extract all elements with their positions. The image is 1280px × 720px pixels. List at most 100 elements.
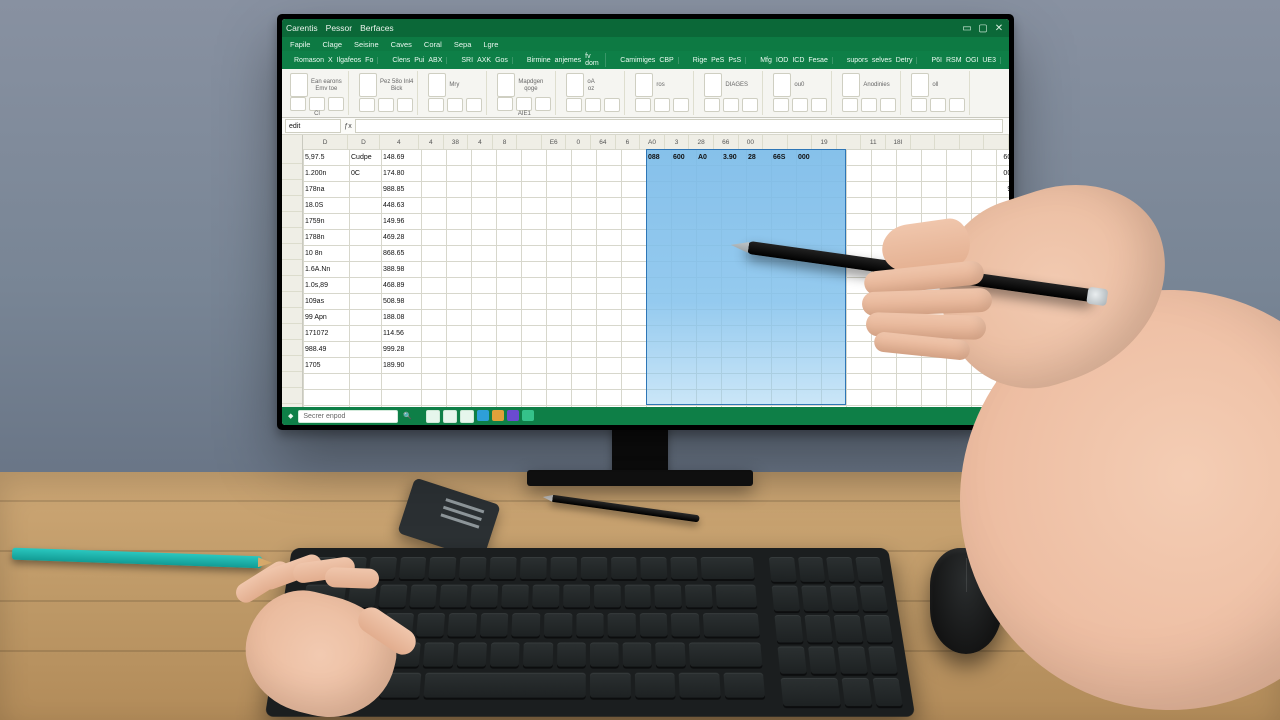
cell[interactable]: 999.28: [381, 341, 421, 357]
ribbon-secondary-item[interactable]: RSM: [946, 57, 962, 64]
cell[interactable]: [349, 261, 381, 277]
cell[interactable]: 28: [746, 149, 771, 165]
row-header[interactable]: [282, 165, 302, 180]
column-header[interactable]: 0: [566, 135, 591, 149]
cell[interactable]: 18.0S: [303, 197, 349, 213]
tab-clage[interactable]: Clage: [322, 40, 342, 49]
row-header[interactable]: [282, 325, 302, 340]
row-header[interactable]: [282, 261, 302, 276]
row-header[interactable]: [282, 245, 302, 260]
column-header[interactable]: 4: [419, 135, 444, 149]
column-header[interactable]: 18l: [886, 135, 911, 149]
ribbon-button[interactable]: [704, 98, 720, 112]
tab-lgre[interactable]: Lgre: [483, 40, 498, 49]
row-header[interactable]: [282, 149, 302, 164]
ribbon-secondary-item[interactable]: IOD: [776, 57, 788, 64]
column-header[interactable]: 8: [493, 135, 518, 149]
ribbon-secondary-item[interactable]: ICD: [792, 57, 804, 64]
cell[interactable]: 66S: [771, 149, 796, 165]
ribbon-secondary-item[interactable]: CBP: [659, 57, 673, 64]
cell[interactable]: [349, 341, 381, 357]
ribbon-button[interactable]: [516, 97, 532, 111]
cell[interactable]: 99 Apn: [303, 309, 349, 325]
column-header[interactable]: [788, 135, 813, 149]
ribbon-secondary-item[interactable]: Ilgafeos: [337, 57, 362, 64]
ribbon-button[interactable]: [604, 98, 620, 112]
cell[interactable]: 5,97.5: [303, 149, 349, 165]
window-maximize-button[interactable]: ▢: [977, 22, 989, 34]
column-header[interactable]: A0: [640, 135, 665, 149]
ribbon-button[interactable]: [309, 97, 325, 111]
cell[interactable]: 000: [796, 149, 821, 165]
ribbon-button[interactable]: [497, 97, 513, 111]
cell[interactable]: 114.56: [381, 325, 421, 341]
view-page-break-button[interactable]: [460, 410, 474, 423]
ribbon-button[interactable]: [792, 98, 808, 112]
ribbon-secondary-item[interactable]: X: [328, 57, 333, 64]
column-header[interactable]: [911, 135, 936, 149]
ribbon-secondary-item[interactable]: Camimiges: [620, 57, 655, 64]
column-header[interactable]: 66: [714, 135, 739, 149]
cell[interactable]: [349, 325, 381, 341]
tray-chip-3[interactable]: [507, 410, 519, 421]
ribbon-button[interactable]: [328, 97, 344, 111]
column-header[interactable]: 19: [812, 135, 837, 149]
cell[interactable]: 388.98: [381, 261, 421, 277]
view-normal-button[interactable]: [426, 410, 440, 423]
fx-icon[interactable]: ƒx: [341, 123, 355, 130]
ribbon-secondary-item[interactable]: Mfg: [760, 57, 772, 64]
column-header[interactable]: 38: [444, 135, 469, 149]
view-page-layout-button[interactable]: [443, 410, 457, 423]
column-header[interactable]: 11: [861, 135, 886, 149]
cell[interactable]: 600: [671, 149, 696, 165]
tab-sepa[interactable]: Sepa: [454, 40, 472, 49]
ribbon-button[interactable]: [359, 98, 375, 112]
ribbon-button[interactable]: [290, 97, 306, 111]
column-header[interactable]: 00: [739, 135, 764, 149]
cell[interactable]: [349, 277, 381, 293]
cell-grid[interactable]: DD443848E60646A03286600191118l 088600A03…: [303, 135, 1009, 407]
ribbon-button[interactable]: [447, 98, 463, 112]
ribbon-secondary-item[interactable]: Rige: [693, 57, 707, 64]
cell[interactable]: 1.0s,89: [303, 277, 349, 293]
column-header[interactable]: E6: [542, 135, 567, 149]
ribbon-secondary-item[interactable]: AXK: [477, 57, 491, 64]
cell[interactable]: 6009: [971, 149, 1009, 165]
ribbon-secondary-item[interactable]: Fo: [365, 57, 373, 64]
ribbon-secondary-item[interactable]: selves: [872, 57, 892, 64]
column-header[interactable]: 4: [380, 135, 419, 149]
cell[interactable]: 3.90: [721, 149, 746, 165]
formula-bar[interactable]: [355, 119, 1003, 133]
ribbon-secondary-item[interactable]: Gos: [495, 57, 508, 64]
ribbon-button[interactable]: [290, 73, 308, 97]
column-header[interactable]: [837, 135, 862, 149]
ribbon-button[interactable]: [861, 98, 877, 112]
ribbon-button[interactable]: [378, 98, 394, 112]
worksheet-area[interactable]: DD443848E60646A03286600191118l 088600A03…: [282, 135, 1009, 407]
ribbon-secondary-item[interactable]: Clens: [392, 57, 410, 64]
cell[interactable]: 868.65: [381, 245, 421, 261]
cell[interactable]: 109as: [303, 293, 349, 309]
cell[interactable]: 10 8n: [303, 245, 349, 261]
tab-seisine[interactable]: Seisine: [354, 40, 379, 49]
status-search[interactable]: Secrer enpod: [298, 410, 398, 423]
ribbon-button[interactable]: [466, 98, 482, 112]
row-header[interactable]: [282, 373, 302, 388]
ribbon-button[interactable]: [811, 98, 827, 112]
ribbon-button[interactable]: [635, 98, 651, 112]
ribbon-button[interactable]: [842, 98, 858, 112]
cell-canvas[interactable]: 088600A03.902866S0005,97.5Cudpe148.691.2…: [303, 149, 1009, 407]
ribbon-button[interactable]: [535, 97, 551, 111]
cell[interactable]: [349, 229, 381, 245]
ribbon-button[interactable]: [949, 98, 965, 112]
row-header[interactable]: [282, 341, 302, 356]
row-header[interactable]: [282, 293, 302, 308]
ribbon-button[interactable]: [428, 98, 444, 112]
cell[interactable]: Cudpe: [349, 149, 381, 165]
search-icon[interactable]: 🔍: [403, 412, 412, 420]
ribbon-secondary-item[interactable]: PeS: [711, 57, 724, 64]
row-header[interactable]: [282, 357, 302, 372]
ribbon-button[interactable]: [497, 73, 515, 97]
cell[interactable]: 508.98: [381, 293, 421, 309]
cell[interactable]: 1788n: [303, 229, 349, 245]
